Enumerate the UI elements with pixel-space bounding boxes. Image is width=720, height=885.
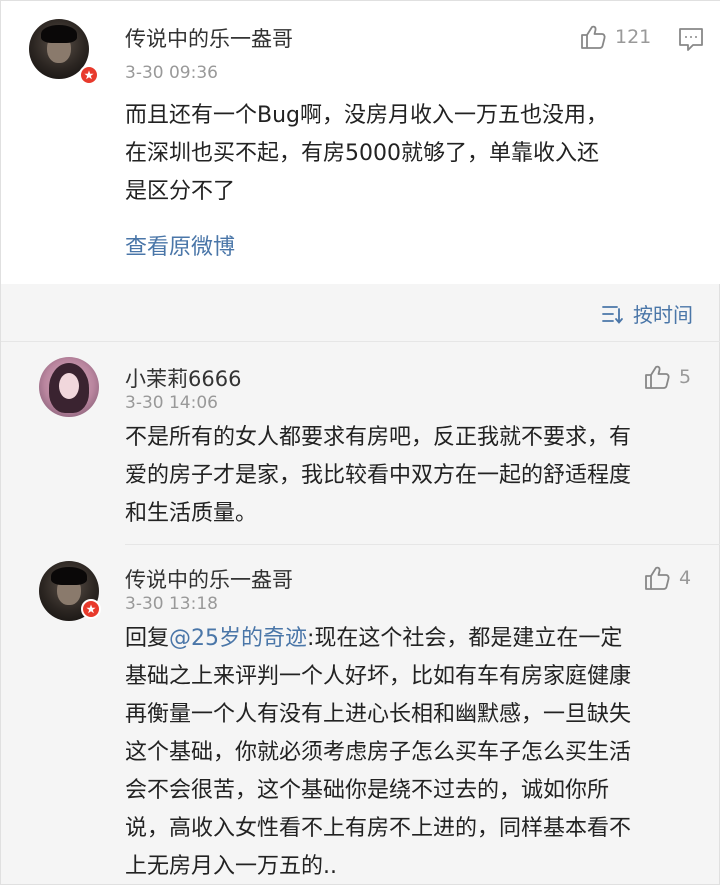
post-text: 而且还有一个Bug啊，没房月收入一万五也没用， 在深圳也买不起，有房5000就够… bbox=[125, 97, 608, 211]
comment-text: 不是所有的女人都要求有房吧，反正我就不要求，有 爱的房子才是家，我比较看中双方在… bbox=[125, 419, 631, 533]
text-line: 而且还有一个Bug啊，没房月收入一万五也没用， bbox=[125, 103, 609, 128]
text-line: 这个基础，你就必须考虑房子怎么买车子怎么买生活 bbox=[125, 740, 632, 765]
verified-badge-icon bbox=[81, 599, 101, 619]
avatar-hair bbox=[51, 567, 87, 585]
text-line: 在深圳也买不起，有房5000就够了，单靠收入还 bbox=[125, 141, 599, 166]
text-line: 上无房月入一万五的.. bbox=[125, 854, 337, 879]
text-segment: :现在这个社会，都是建立在一定 bbox=[307, 626, 623, 651]
avatar-hair bbox=[41, 25, 77, 43]
username[interactable]: 传说中的乐一盎哥 bbox=[125, 23, 293, 53]
text-line: 不是所有的女人都要求有房吧，反正我就不要求，有 bbox=[125, 425, 632, 450]
thumbs-up-icon bbox=[581, 25, 606, 49]
timestamp: 3-30 13:18 bbox=[125, 594, 218, 614]
text-line: 回复@25岁的奇迹:现在这个社会，都是建立在一定 bbox=[125, 620, 631, 658]
divider bbox=[125, 544, 720, 545]
verified-badge-icon bbox=[79, 65, 99, 85]
view-original-link[interactable]: 查看原微博 bbox=[125, 229, 235, 261]
thumbs-up-icon bbox=[645, 365, 670, 389]
like-count: 121 bbox=[615, 26, 652, 48]
thumbs-up-icon bbox=[645, 566, 670, 590]
sort-icon bbox=[602, 305, 623, 324]
text-line: 再衡量一个人有没有上进心长相和幽默感，一旦缺失 bbox=[125, 702, 632, 727]
username[interactable]: 传说中的乐一盎哥 bbox=[125, 564, 293, 594]
divider bbox=[1, 341, 720, 342]
sort-label: 按时间 bbox=[633, 303, 693, 327]
like-count: 4 bbox=[679, 567, 692, 589]
reply-prefix: 回复 bbox=[125, 626, 170, 651]
avatar-face bbox=[59, 373, 79, 399]
text-line: 会不会很苦，这个基础你是绕不过去的，诚如你所 bbox=[125, 778, 610, 803]
comment-text: 回复@25岁的奇迹:现在这个社会，都是建立在一定 基础之上来评判一个人好坏，比如… bbox=[125, 620, 631, 885]
main-post: 传说中的乐一盎哥 3-30 09:36 121 而且还有一个Bug啊，没房月收入… bbox=[1, 1, 720, 284]
sort-by-time-button[interactable]: 按时间 bbox=[601, 299, 693, 328]
text-line: 基础之上来评判一个人好坏，比如有车有房家庭健康 bbox=[125, 664, 632, 689]
username[interactable]: 小茉莉6666 bbox=[125, 363, 241, 393]
text-line: 和生活质量。 bbox=[125, 501, 258, 526]
text-line: 爱的房子才是家，我比较看中双方在一起的舒适程度 bbox=[125, 463, 632, 488]
like-button[interactable]: 121 bbox=[579, 23, 651, 51]
text-line: 说，高收入女性看不上有房不上进的，同样基本看不 bbox=[125, 816, 632, 841]
text-line: 是区分不了 bbox=[125, 179, 236, 204]
timestamp: 3-30 09:36 bbox=[125, 63, 218, 83]
avatar[interactable] bbox=[39, 357, 99, 417]
timestamp: 3-30 14:06 bbox=[125, 393, 218, 413]
mention-link[interactable]: @25岁的奇迹 bbox=[169, 626, 307, 651]
like-count: 5 bbox=[679, 366, 692, 388]
comment-icon[interactable] bbox=[677, 25, 705, 53]
like-button[interactable]: 4 bbox=[643, 564, 691, 592]
like-button[interactable]: 5 bbox=[643, 363, 691, 391]
